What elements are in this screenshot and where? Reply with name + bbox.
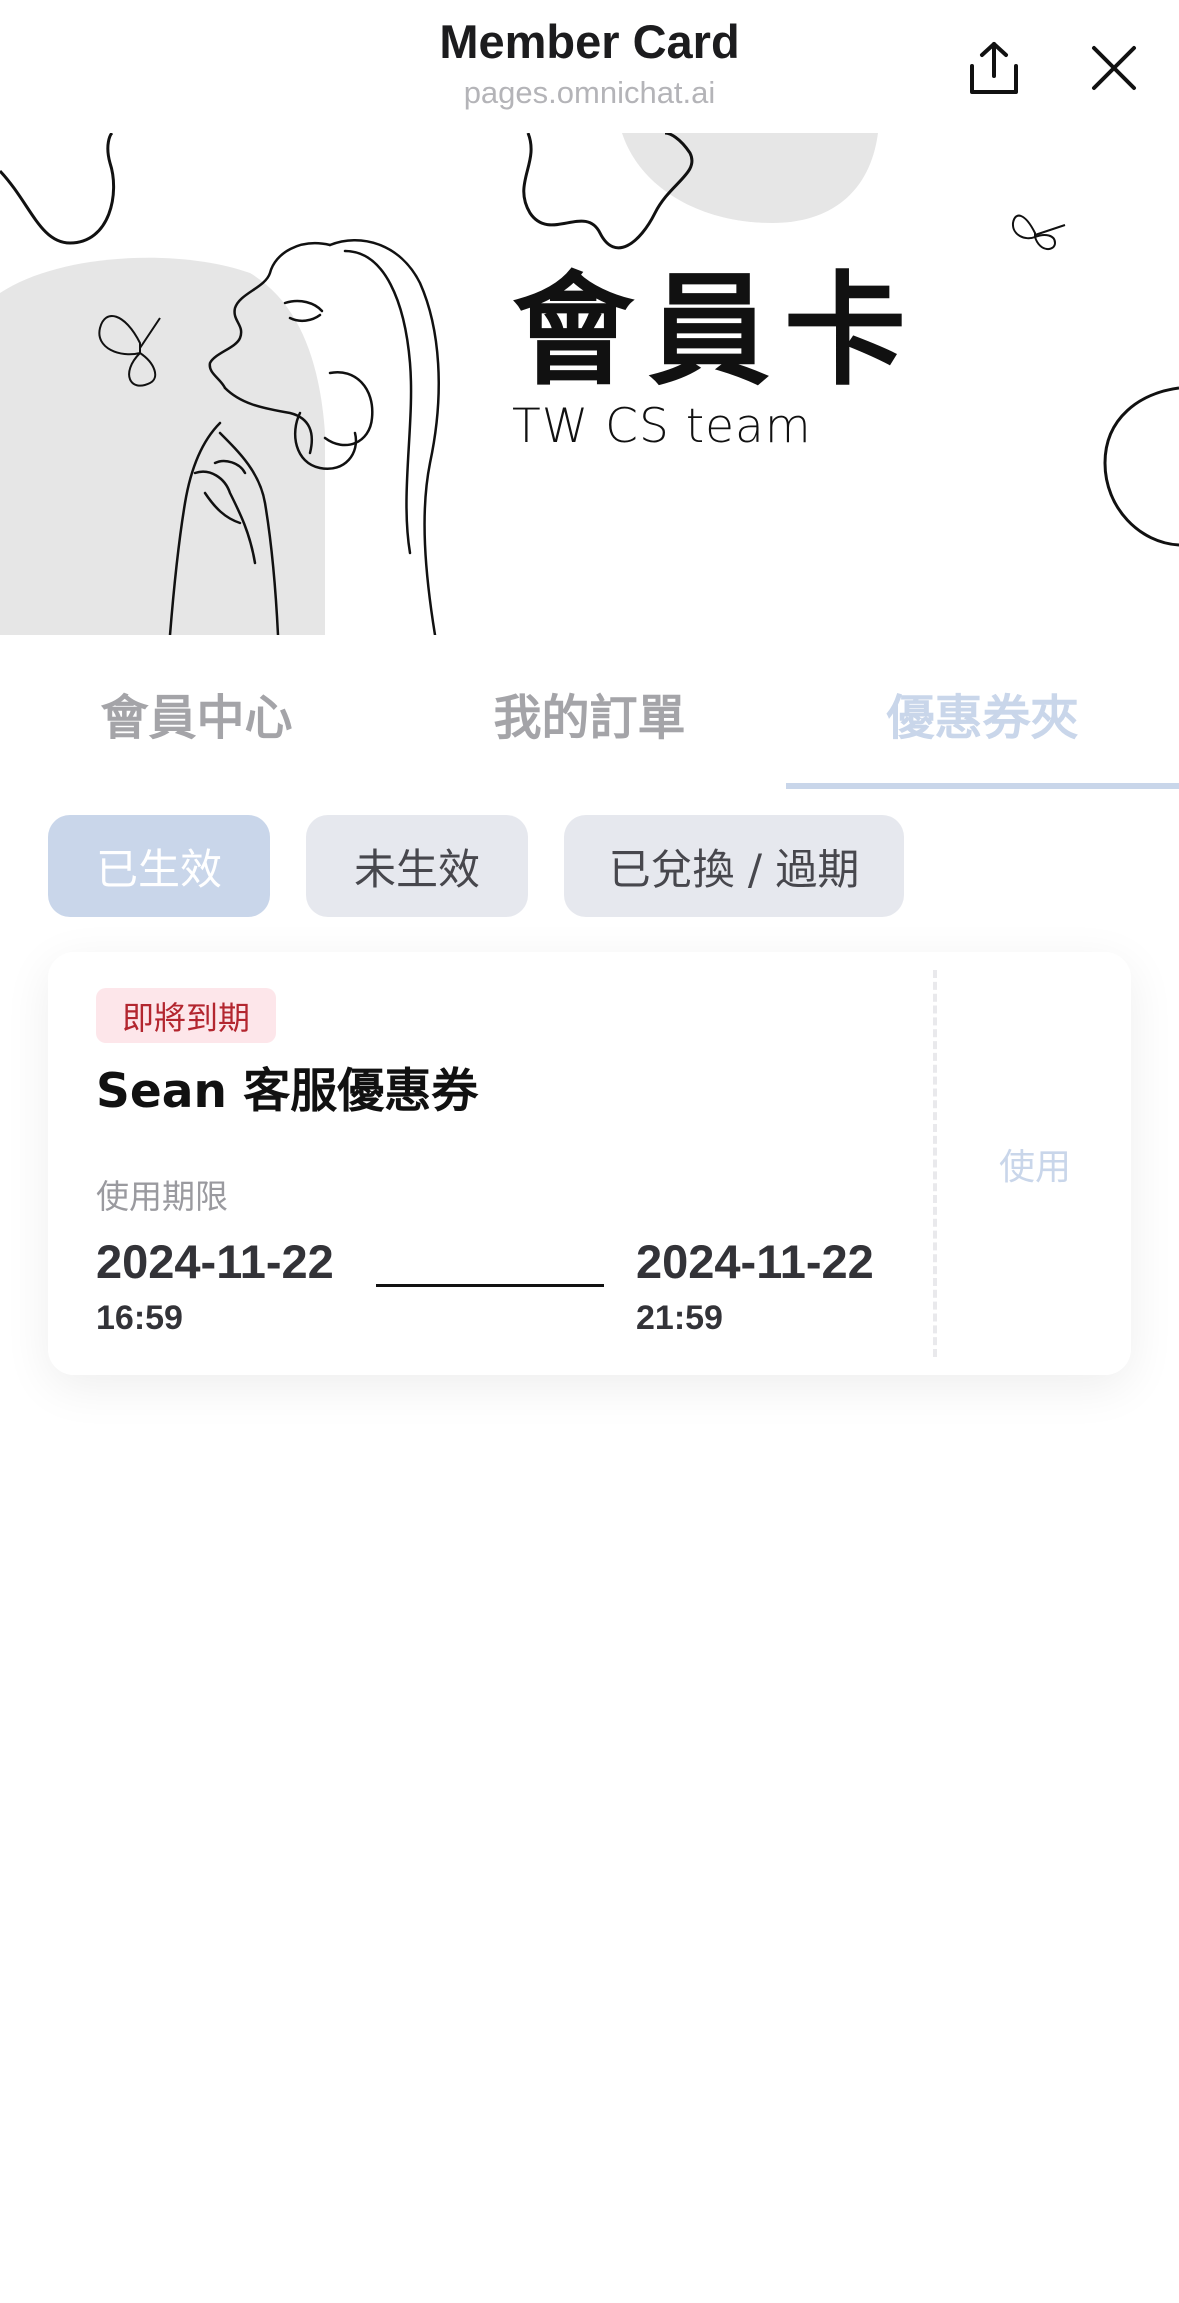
coupon-divider — [933, 970, 937, 1357]
close-icon — [1092, 46, 1136, 90]
filter-active-button[interactable]: 已生效 — [48, 815, 270, 917]
tab-member-center[interactable]: 會員中心 — [0, 635, 393, 790]
filter-not-yet-active-button[interactable]: 未生效 — [306, 815, 528, 917]
validity-period-label: 使用期限 — [96, 1177, 228, 1216]
use-coupon-button[interactable]: 使用 — [939, 952, 1131, 1375]
coupon-name: Sean 客服優惠券 — [96, 1064, 479, 1119]
member-tabs: 會員中心 我的訂單 優惠券夾 — [0, 635, 1179, 790]
date-range-separator — [376, 1284, 604, 1287]
share-icon — [970, 42, 1018, 94]
close-button[interactable] — [1082, 36, 1146, 100]
member-card-banner: 會員卡 TW CS team — [0, 133, 1179, 635]
member-card-page: Member Card pages.omnichat.ai 會員卡 TW CS … — [0, 0, 1179, 2303]
start-date: 2024-11-22 — [96, 1235, 334, 1288]
banner-subtitle: TW CS team — [512, 399, 812, 454]
use-coupon-label: 使用 — [998, 1146, 1071, 1188]
banner-title: 會員卡 — [512, 260, 920, 402]
active-tab-indicator — [786, 783, 1179, 789]
expiring-soon-badge: 即將到期 — [96, 988, 277, 1043]
header: Member Card pages.omnichat.ai — [0, 0, 1179, 133]
tab-coupon-wallet[interactable]: 優惠券夾 — [786, 635, 1179, 790]
end-time: 21:59 — [636, 1299, 723, 1337]
end-date: 2024-11-22 — [636, 1235, 874, 1288]
filter-redeemed-expired-button[interactable]: 已兌換 / 過期 — [564, 815, 904, 917]
coupon-filters: 已生效 未生效 已兌換 / 過期 — [48, 815, 904, 917]
share-button[interactable] — [962, 36, 1026, 100]
tab-my-orders[interactable]: 我的訂單 — [393, 635, 786, 790]
start-time: 16:59 — [96, 1299, 183, 1337]
